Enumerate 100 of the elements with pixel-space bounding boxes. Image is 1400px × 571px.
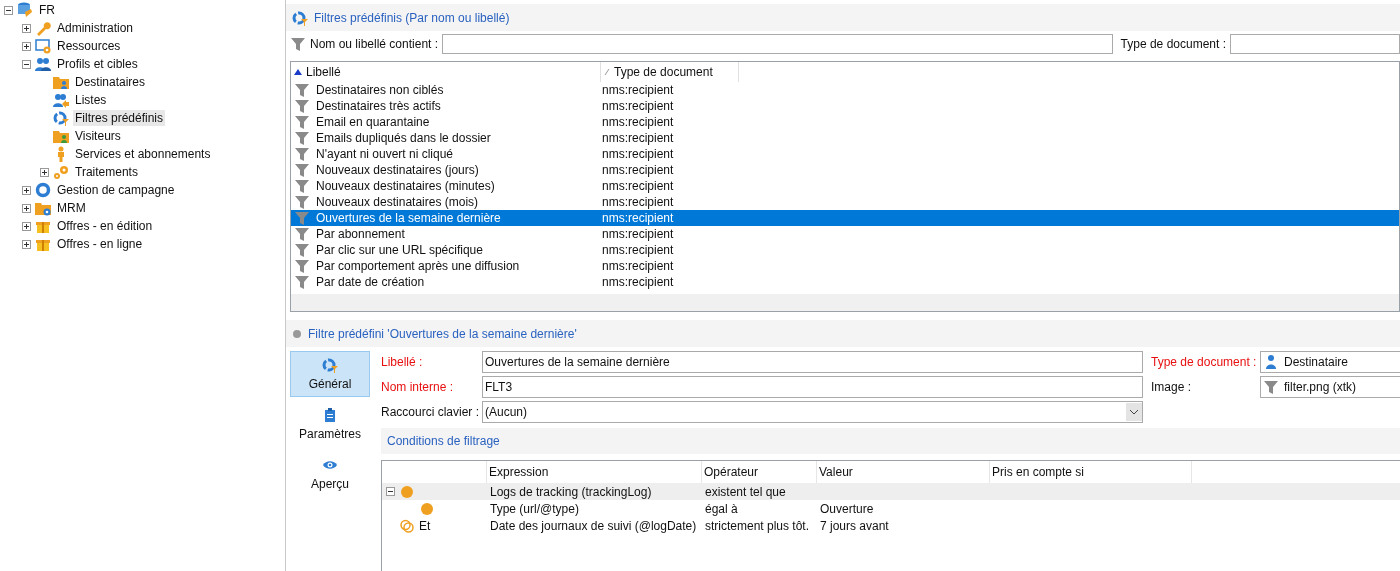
scroll-bar[interactable] xyxy=(291,294,1399,311)
expand-toggle[interactable] xyxy=(22,41,31,51)
funnel-icon xyxy=(294,178,310,194)
column-header[interactable]: Libellé xyxy=(291,62,601,82)
table-cell: Nouveaux destinataires (jours) xyxy=(316,163,479,177)
dropdown[interactable]: (Aucun) xyxy=(482,400,1143,423)
ring-filter-icon xyxy=(292,9,308,26)
condition-row[interactable]: Logs de tracking (trackingLog) existent tel que xyxy=(382,483,1400,500)
condition-dot-icon xyxy=(420,501,434,516)
table-cell: Nouveaux destinataires (minutes) xyxy=(316,179,495,193)
panel-title: Filtre prédéfini 'Ouvertures de la semaine dernière' xyxy=(308,326,577,341)
expand-toggle[interactable] xyxy=(22,23,31,33)
field-label: Image : xyxy=(1150,379,1193,394)
column-header[interactable]: Type de document xyxy=(601,62,739,82)
filter-row[interactable]: Nouveaux destinataires (mois) nms:recipient xyxy=(291,194,1399,210)
filter-row[interactable]: Emails dupliqués dans le dossier nms:recipient xyxy=(291,130,1399,146)
filter-row[interactable]: Par comportement après une diffusion nms:recipient xyxy=(291,258,1399,274)
condition-dot-icon xyxy=(400,484,414,499)
expand-toggle[interactable] xyxy=(4,5,13,15)
name-filter-field[interactable] xyxy=(442,34,1113,54)
filter-row[interactable]: Nouveaux destinataires (minutes) nms:recipient xyxy=(291,178,1399,194)
bullet-icon xyxy=(292,328,302,339)
condition-row[interactable]: Et Date des journaux de suivi (@logDate) strictement plus tôt. 7 jours avant xyxy=(382,517,1400,534)
text-field[interactable]: Ouvertures de la semaine dernière xyxy=(482,350,1143,373)
folder-person-icon xyxy=(53,74,69,90)
filter-row[interactable]: Ouvertures de la semaine dernière nms:recipient xyxy=(291,210,1399,226)
people-icon xyxy=(35,56,51,72)
filter-row[interactable]: Destinataires très actifs nms:recipient xyxy=(291,98,1399,114)
table-cell: nms:recipient xyxy=(602,115,674,129)
table-cell: nms:recipient xyxy=(602,179,674,193)
funnel-icon xyxy=(294,98,310,114)
database-icon xyxy=(17,2,33,18)
expand-toggle[interactable] xyxy=(22,185,31,195)
expand-toggle[interactable] xyxy=(22,239,31,249)
table-cell: Ouvertures de la semaine dernière xyxy=(316,211,501,225)
table-cell: nms:recipient xyxy=(602,99,674,113)
sort-icon xyxy=(294,69,302,75)
table-cell: Destinataires très actifs xyxy=(316,99,441,113)
funnel-icon xyxy=(294,162,310,178)
wrench-icon xyxy=(35,20,51,36)
filter-row[interactable]: Par abonnement nms:recipient xyxy=(291,226,1399,242)
filter-row[interactable]: Destinataires non ciblés nms:recipient xyxy=(291,82,1399,98)
text-field[interactable]: FLT3 xyxy=(482,375,1143,398)
sort-icon xyxy=(604,69,610,75)
expand-toggle[interactable] xyxy=(22,59,31,69)
table-cell: Par comportement après une diffusion xyxy=(316,259,520,273)
tree-item[interactable]: FR xyxy=(37,2,57,18)
tree-item[interactable]: Visiteurs xyxy=(73,128,123,144)
side-tab[interactable]: Paramètres xyxy=(290,401,370,447)
funnel-icon xyxy=(290,36,306,52)
doctype-filter-field[interactable] xyxy=(1230,34,1400,54)
table-cell: nms:recipient xyxy=(602,259,674,273)
side-tab[interactable]: Aperçu xyxy=(290,451,370,497)
section-title: Conditions de filtrage xyxy=(387,434,500,448)
tree-item[interactable]: Traitements xyxy=(73,164,140,180)
link-field[interactable]: Destinataire xyxy=(1260,350,1400,373)
tree-item[interactable]: Administration xyxy=(55,20,136,36)
table-cell: Nouveaux destinataires (mois) xyxy=(316,195,479,209)
tree-item[interactable]: Profils et cibles xyxy=(55,56,140,72)
condition-row[interactable]: Type (url/@type) égal à Ouverture xyxy=(382,500,1400,517)
filter-row[interactable]: N'ayant ni ouvert ni cliqué nms:recipient xyxy=(291,146,1399,162)
table-cell: nms:recipient xyxy=(602,195,674,209)
tree-item[interactable]: MRM xyxy=(55,200,88,216)
field-label: Raccourci clavier : xyxy=(381,404,481,419)
funnel-icon xyxy=(294,130,310,146)
funnel-icon xyxy=(294,210,310,226)
filter-row[interactable]: Par date de création nms:recipient xyxy=(291,274,1399,290)
tree-item[interactable]: Ressources xyxy=(55,38,123,54)
tree-item[interactable]: Services et abonnements xyxy=(73,146,213,162)
field-label: Type de document : xyxy=(1120,37,1226,51)
table-cell: nms:recipient xyxy=(602,243,674,257)
table-cell: Email en quarantaine xyxy=(316,115,430,129)
expand-toggle[interactable] xyxy=(22,203,31,213)
table-cell: Destinataires non ciblés xyxy=(316,83,444,97)
tree-item[interactable]: Offres - en ligne xyxy=(55,236,145,252)
link-field[interactable]: filter.png (xtk) xyxy=(1260,375,1400,398)
filter-row[interactable]: Email en quarantaine nms:recipient xyxy=(291,114,1399,130)
filter-row[interactable]: Nouveaux destinataires (jours) nms:recipient xyxy=(291,162,1399,178)
table-cell: Emails dupliqués dans le dossier xyxy=(316,131,491,145)
table-cell: Logs de tracking (trackingLog) xyxy=(490,484,652,499)
expand-toggle[interactable] xyxy=(40,167,49,177)
clipboard-icon xyxy=(322,407,338,423)
tree-item[interactable]: Gestion de campagne xyxy=(55,182,177,198)
tree-item[interactable]: Filtres prédéfinis xyxy=(73,110,166,126)
filter-row[interactable]: Par clic sur une URL spécifique nms:recipient xyxy=(291,242,1399,258)
table-cell: Par date de création xyxy=(316,275,425,289)
field-label: Nom ou libellé contient : xyxy=(310,37,439,51)
table-cell: nms:recipient xyxy=(602,131,674,145)
field-label: Nom interne : xyxy=(381,379,455,394)
table-cell: strictement plus tôt. xyxy=(705,518,810,533)
expand-toggle[interactable] xyxy=(22,221,31,231)
tree-item[interactable]: Destinataires xyxy=(73,74,148,90)
field-label: Libellé : xyxy=(381,354,424,369)
side-tab[interactable]: Général xyxy=(290,351,370,397)
ring-icon xyxy=(35,182,51,198)
tree-item[interactable]: Listes xyxy=(73,92,109,108)
tree-item[interactable]: Offres - en édition xyxy=(55,218,155,234)
expand-toggle[interactable] xyxy=(386,487,395,496)
table-cell: nms:recipient xyxy=(602,163,674,177)
table-cell: Ouverture xyxy=(820,501,874,516)
